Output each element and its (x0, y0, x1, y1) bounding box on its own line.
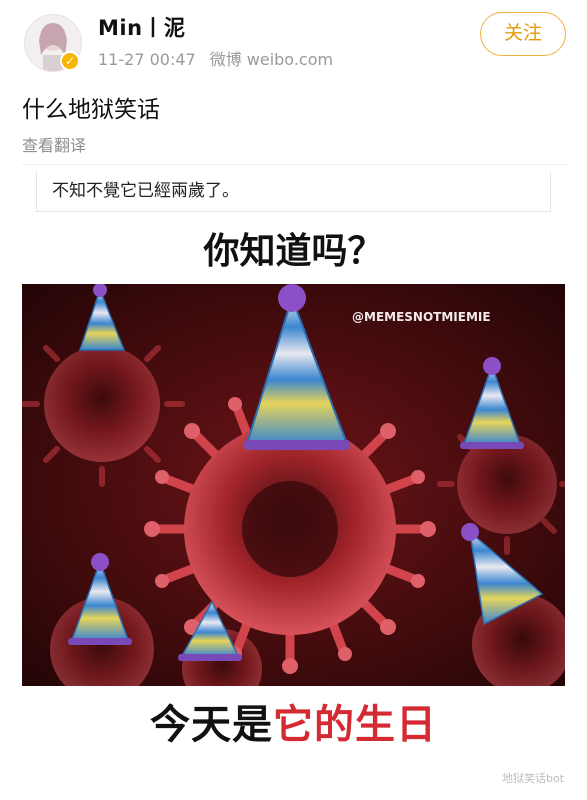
divider (22, 164, 567, 165)
post-time: 11-27 00:47 (98, 50, 196, 69)
caption-black: 今天是 (150, 702, 273, 748)
post-text: 什么地狱笑话 (22, 97, 160, 123)
username[interactable]: Min丨泥 (98, 12, 186, 42)
meme-watermark-handle: @MEMESNOTMIEMIE (352, 310, 491, 324)
meme-question: 你知道吗？ (203, 231, 384, 272)
corner-watermark: 地狱笑话bot (502, 772, 565, 785)
translate-link[interactable]: 查看翻译 (22, 132, 86, 156)
post-source: 微博 weibo.com (209, 50, 334, 69)
post-meta: 11-27 00:47 微博 weibo.com (98, 46, 347, 70)
meme-caption: 今天是它的生日 (22, 692, 565, 750)
verified-badge-icon: ✓ (60, 51, 80, 71)
virus-party-image (22, 284, 565, 686)
follow-button[interactable]: 关注 (480, 12, 566, 56)
caption-red: 它的生日 (273, 702, 437, 748)
snippet-text: 不知不覺它已經兩歲了。 (52, 181, 239, 201)
meme-image[interactable]: 不知不覺它已經兩歲了。 你知道吗？ @MEMESNOTMIEMIE 今天是它的生… (22, 172, 565, 784)
